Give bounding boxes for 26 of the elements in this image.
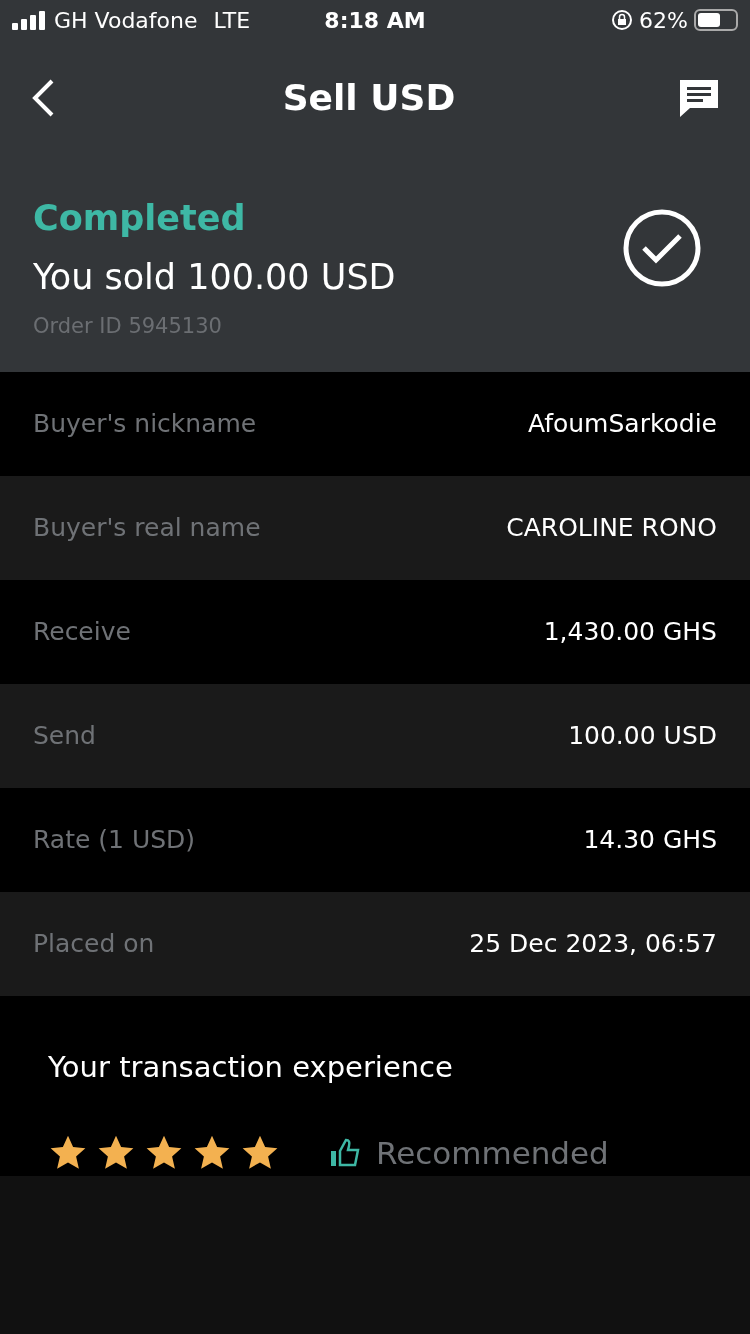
detail-value: 100.00 USD xyxy=(568,720,717,753)
detail-value: CAROLINE RONO xyxy=(506,512,717,545)
detail-label: Receive xyxy=(33,616,131,649)
network-type: LTE xyxy=(213,6,251,35)
recommendation-label: Recommended xyxy=(376,1133,609,1173)
detail-label: Rate (1 USD) xyxy=(33,824,196,857)
detail-value: 1,430.00 GHS xyxy=(543,616,717,649)
detail-value: 25 Dec 2023, 06:57 xyxy=(469,928,717,961)
page-title: Sell USD xyxy=(282,76,456,120)
carrier-name: GH Vodafone xyxy=(54,6,198,35)
clock: 8:18 AM xyxy=(323,6,427,35)
detail-value: AfoumSarkodie xyxy=(527,408,717,441)
detail-label: Buyer's nickname xyxy=(33,408,257,441)
order-id: Order ID 5945130 xyxy=(33,313,223,340)
battery-percentage: 62% xyxy=(639,6,688,35)
signal-icon xyxy=(12,10,46,30)
detail-label: Placed on xyxy=(33,928,155,961)
detail-label: Buyer's real name xyxy=(33,512,261,545)
detail-label: Send xyxy=(33,720,96,753)
order-summary: You sold 100.00 USD xyxy=(33,255,396,299)
chat-button[interactable] xyxy=(678,78,720,118)
battery-icon xyxy=(694,9,738,31)
detail-value: 14.30 GHS xyxy=(583,824,717,857)
rotation-lock-icon xyxy=(611,9,634,31)
feedback-title: Your transaction experience xyxy=(48,1049,454,1086)
order-status: Completed xyxy=(33,197,247,240)
